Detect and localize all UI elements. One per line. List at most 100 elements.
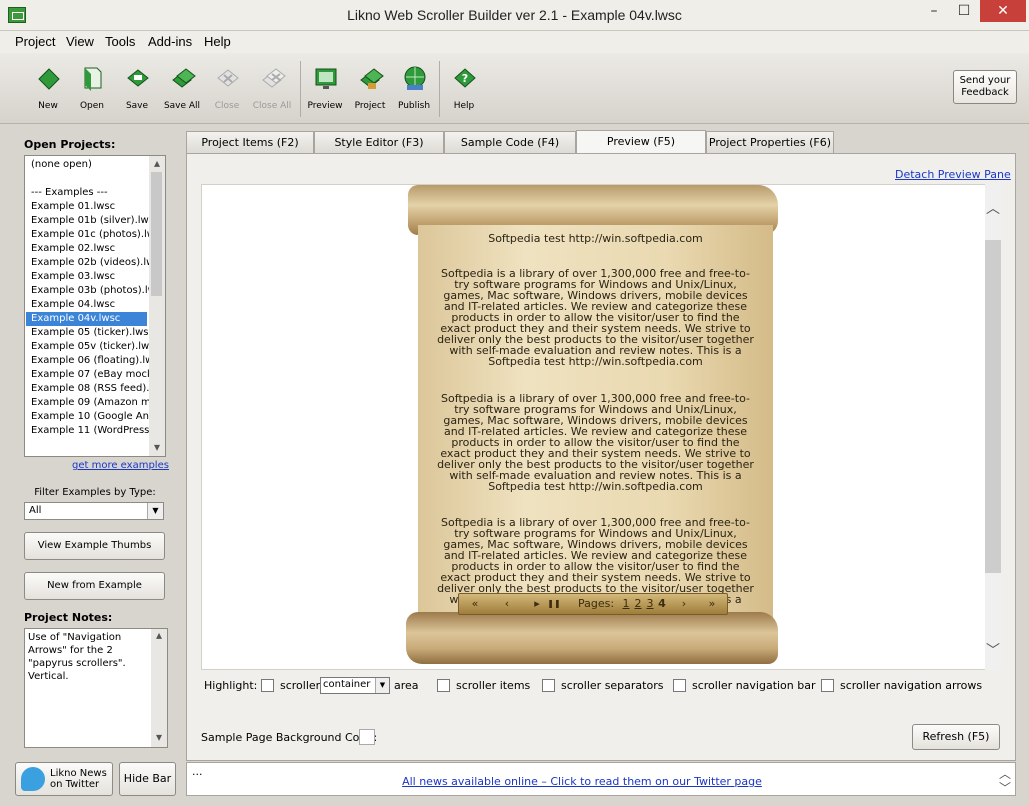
filter-examples-select[interactable]: All ▼ bbox=[24, 502, 164, 520]
projects-list-scrollbar[interactable]: ▴ ▾ bbox=[149, 156, 165, 456]
project-list-item[interactable]: Example 03b (photos).lwsc bbox=[31, 284, 149, 298]
project-list-item[interactable]: Example 05v (ticker).lwsc bbox=[31, 340, 149, 354]
project-list-item[interactable]: Example 08 (RSS feed).lwsc bbox=[31, 382, 149, 396]
likno-news-twitter-button[interactable]: Likno News on Twitter bbox=[15, 762, 113, 796]
pages-label: Pages: bbox=[577, 597, 615, 610]
play-icon[interactable]: ▸ bbox=[529, 595, 545, 613]
news-twitter-link[interactable]: All news available online – Click to rea… bbox=[187, 775, 977, 788]
tab-project-properties[interactable]: Project Properties (F6) bbox=[706, 131, 834, 153]
menu-bar: Project View Tools Add-ins Help bbox=[0, 31, 1029, 53]
chevron-down-icon[interactable]: ▼ bbox=[375, 678, 389, 693]
tab-style-editor[interactable]: Style Editor (F3) bbox=[314, 131, 444, 153]
project-list-item[interactable]: Example 01.lwsc bbox=[31, 200, 149, 214]
detach-preview-pane-link[interactable]: Detach Preview Pane bbox=[895, 168, 1011, 181]
project-list-item[interactable] bbox=[31, 172, 149, 186]
project-list-item[interactable]: Example 04.lwsc bbox=[31, 298, 149, 312]
scroll-down-icon[interactable]: ▾ bbox=[151, 731, 167, 744]
scroller-separators-checkbox[interactable] bbox=[542, 679, 555, 692]
project-list-item[interactable]: Example 01b (silver).lwsc bbox=[31, 214, 149, 228]
project-notes-textarea[interactable]: Use of "Navigation Arrows" for the 2 "pa… bbox=[24, 628, 168, 748]
first-page-icon[interactable]: « bbox=[461, 595, 489, 613]
get-more-examples-link[interactable]: get more examples bbox=[72, 460, 169, 471]
feedback-label-2: Feedback bbox=[961, 87, 1009, 98]
project-list-item[interactable]: --- Examples --- bbox=[31, 186, 149, 200]
page-3-link[interactable]: 3 bbox=[645, 595, 655, 613]
minimize-button[interactable]: – bbox=[920, 0, 948, 22]
papyrus-scroller[interactable]: Softpedia test http://win.softpedia.com … bbox=[418, 225, 773, 625]
close-button[interactable]: ✕ bbox=[980, 0, 1026, 22]
tab-project-items[interactable]: Project Items (F2) bbox=[186, 131, 314, 153]
projects-scroll-thumb[interactable] bbox=[151, 172, 162, 296]
project-list-item[interactable]: Example 09 (Amazon mockup) bbox=[31, 396, 149, 410]
new-from-example-button[interactable]: New from Example bbox=[24, 572, 165, 600]
scroller-items-label: scroller items bbox=[456, 679, 531, 692]
notes-scrollbar[interactable]: ▴ ▾ bbox=[151, 629, 167, 747]
scroll-down-icon[interactable]: ▾ bbox=[149, 440, 165, 454]
project-list-item[interactable]: Example 02b (videos).lwsc bbox=[31, 256, 149, 270]
project-list-item[interactable]: Example 04v.lwsc bbox=[26, 312, 147, 326]
project-list-item[interactable]: Example 01c (photos).lwsc bbox=[31, 228, 149, 242]
view-example-thumbs-button[interactable]: View Example Thumbs bbox=[24, 532, 165, 560]
open-projects-list[interactable]: (none open) --- Examples --- Example 01.lw… bbox=[24, 155, 166, 457]
project-list-item[interactable]: Example 03.lwsc bbox=[31, 270, 149, 284]
scroller-nav-bar-checkbox[interactable] bbox=[673, 679, 686, 692]
maximize-button[interactable]: ☐ bbox=[950, 0, 978, 22]
bg-color-swatch[interactable] bbox=[359, 729, 375, 745]
chevron-down-icon[interactable]: ▼ bbox=[147, 503, 163, 519]
filter-value: All bbox=[29, 505, 42, 516]
preview-icon bbox=[315, 68, 337, 89]
project-list-item[interactable]: (none open) bbox=[31, 158, 149, 172]
menu-add-ins[interactable]: Add-ins bbox=[148, 34, 192, 49]
previous-page-icon[interactable]: ‹ bbox=[493, 595, 521, 613]
filter-examples-label: Filter Examples by Type: bbox=[34, 487, 156, 498]
tab-preview[interactable]: Preview (F5) bbox=[576, 130, 706, 154]
project-list-item[interactable]: Example 06 (floating).lwsc bbox=[31, 354, 149, 368]
menu-tools[interactable]: Tools bbox=[105, 34, 135, 49]
scroll-up-icon[interactable]: ▴ bbox=[149, 156, 165, 170]
project-list-item[interactable]: Example 10 (Google Analytics) bbox=[31, 410, 149, 424]
save-all-icon bbox=[172, 68, 196, 88]
project-list-item[interactable]: Example 02.lwsc bbox=[31, 242, 149, 256]
toolbar: New Open Save Save All Close Close All P… bbox=[0, 53, 1029, 124]
open-projects-label: Open Projects: bbox=[24, 138, 116, 151]
scroll-up-icon[interactable]: ▴ bbox=[151, 629, 167, 642]
scroll-down-icon[interactable]: ﹀ bbox=[997, 779, 1013, 796]
chevron-up-icon[interactable]: ︿ bbox=[985, 198, 1001, 218]
feedback-label-1: Send your bbox=[959, 75, 1011, 86]
svg-text:?: ? bbox=[462, 72, 468, 85]
next-page-icon[interactable]: › bbox=[671, 595, 697, 613]
menu-view[interactable]: View bbox=[66, 34, 94, 49]
close-all-button[interactable]: Close All bbox=[249, 61, 295, 117]
project-list-item[interactable]: Example 11 (WordPress bbox=[31, 424, 149, 438]
page-2-link[interactable]: 2 bbox=[633, 595, 643, 613]
menu-project[interactable]: Project bbox=[15, 34, 55, 49]
scroller-header-text: Softpedia test http://win.softpedia.com bbox=[488, 232, 703, 245]
publish-button[interactable]: Publish bbox=[391, 61, 437, 117]
preview-scroll-thumb[interactable] bbox=[985, 240, 1001, 573]
tab-sample-code[interactable]: Sample Code (F4) bbox=[444, 131, 576, 153]
help-label: Help bbox=[453, 101, 475, 111]
scroller-nav-arrows-label: scroller navigation arrows bbox=[840, 679, 983, 692]
project-list-item[interactable]: Example 07 (eBay mockup) bbox=[31, 368, 149, 382]
title-bar: Likno Web Scroller Builder ver 2.1 - Exa… bbox=[0, 0, 1029, 31]
page-4-current[interactable]: 4 bbox=[657, 595, 667, 613]
scroller-checkbox[interactable] bbox=[261, 679, 274, 692]
close-all-label: Close All bbox=[252, 101, 292, 111]
chevron-down-icon[interactable]: ﹀ bbox=[985, 640, 1001, 660]
new-icon bbox=[38, 68, 60, 90]
pause-icon[interactable]: ❚❚ bbox=[545, 595, 563, 613]
scroller-items-checkbox[interactable] bbox=[437, 679, 450, 692]
page-1-link[interactable]: 1 bbox=[621, 595, 631, 613]
help-button[interactable]: ? Help bbox=[441, 61, 487, 117]
refresh-button[interactable]: Refresh (F5) bbox=[912, 724, 1000, 750]
project-notes-label: Project Notes: bbox=[24, 611, 113, 624]
scroller-separators-label: scroller separators bbox=[561, 679, 664, 692]
highlight-area-select[interactable]: container ▼ bbox=[320, 677, 390, 694]
scroller-nav-arrows-checkbox[interactable] bbox=[821, 679, 834, 692]
close-all-icon bbox=[262, 68, 286, 88]
hide-bar-button[interactable]: Hide Bar bbox=[119, 762, 176, 796]
project-list-item[interactable]: Example 05 (ticker).lwsc bbox=[31, 326, 149, 340]
menu-help[interactable]: Help bbox=[204, 34, 231, 49]
send-feedback-button[interactable]: Send your Feedback bbox=[953, 70, 1017, 104]
last-page-icon[interactable]: » bbox=[699, 595, 725, 613]
